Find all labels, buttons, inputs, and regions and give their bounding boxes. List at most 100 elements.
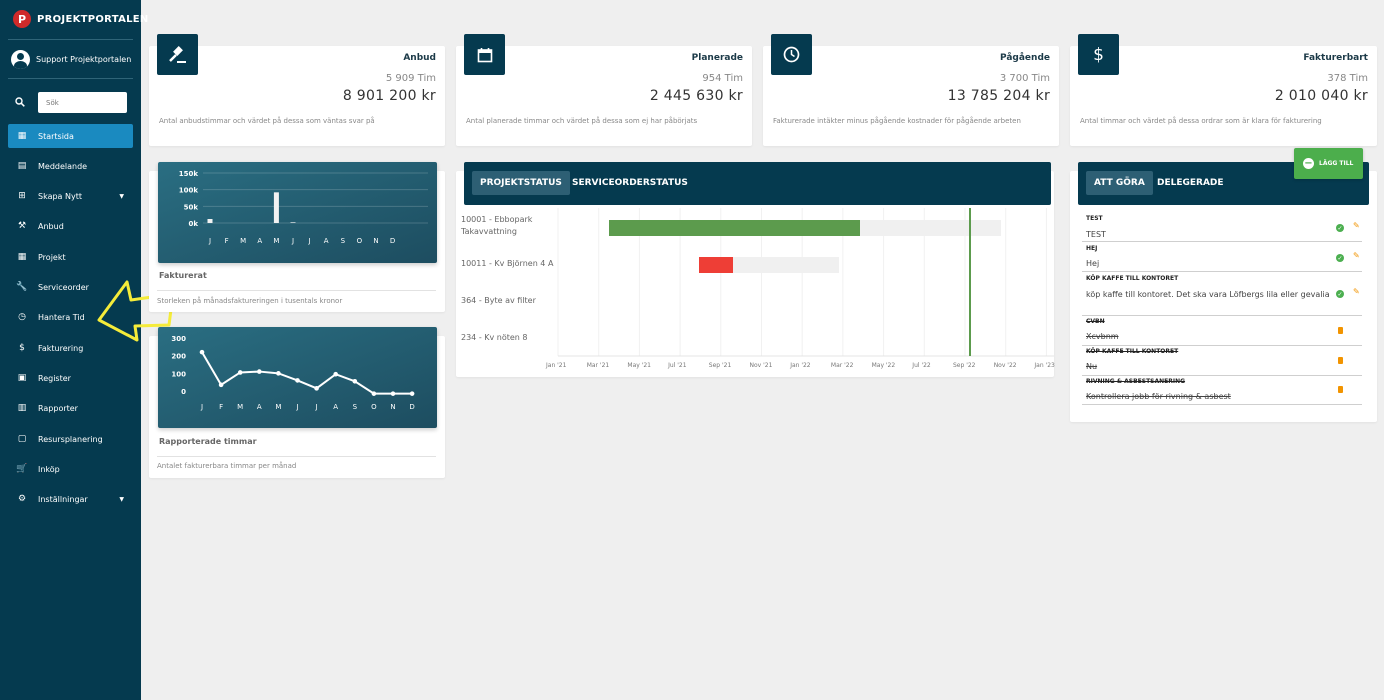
logo[interactable]: P PROJEKTPORTALEN [13, 10, 149, 28]
wrench-icon: 🔧 [16, 282, 28, 292]
x-tick-label: M [240, 237, 246, 245]
bar [273, 192, 279, 223]
tab-serviceorderstatus[interactable]: SERVICEORDERSTATUS [564, 171, 696, 195]
series-line [201, 351, 413, 395]
stat-value: 8 901 200 kr [342, 88, 436, 104]
stat-value: 13 785 204 kr [947, 88, 1050, 104]
sidebar-item-inkop[interactable]: 🛒 Inköp [8, 457, 133, 481]
check-icon[interactable]: ✓ [1336, 224, 1344, 232]
check-icon[interactable]: ✓ [1336, 254, 1344, 262]
sidebar-item-rapporter[interactable]: ▥ Rapporter [8, 396, 133, 420]
todo-item[interactable]: HEJ Hej ✓ ✎ [1082, 242, 1362, 272]
todo-title: KÖP KAFFE TILL KONTORET [1086, 275, 1179, 282]
gantt-bar-progress[interactable] [699, 257, 733, 273]
x-tick-label: A [257, 237, 262, 245]
cart-icon: 🛒 [16, 464, 28, 474]
gantt-bar-progress[interactable] [609, 220, 860, 236]
edit-icon[interactable]: ✎ [1353, 287, 1360, 296]
todo-text: köp kaffe till kontoret. Det ska vara Lö… [1086, 290, 1330, 299]
gantt-row-label[interactable]: 10001 - Ebbopark Takavvattning [461, 214, 551, 238]
sidebar-item-meddelande[interactable]: ▤ Meddelande [8, 154, 133, 178]
x-tick-label: D [409, 403, 414, 411]
edit-icon[interactable]: ✎ [1353, 251, 1360, 260]
todo-item-done[interactable]: KÖP KAFFE TILL KONTORET Nu [1082, 346, 1362, 376]
sidebar-item-startsida[interactable]: ▦ Startsida [8, 124, 133, 148]
tab-delegerade[interactable]: DELEGERADE [1149, 171, 1232, 195]
sidebar-item-label: Rapporter [38, 403, 78, 413]
stat-hours: 954 Tim [702, 73, 743, 84]
x-tick-label: F [219, 403, 223, 411]
stat-hours: 3 700 Tim [999, 73, 1050, 84]
dollar-icon: $ [1078, 34, 1119, 75]
tab-projektstatus[interactable]: PROJEKTSTATUS [472, 171, 570, 195]
month-label: Mar '21 [586, 362, 610, 369]
chart-subtitle: Storleken på månadsfaktureringen i tusen… [157, 297, 343, 305]
y-tick-label: 50k [184, 203, 199, 211]
check-icon[interactable]: ✓ [1336, 290, 1344, 298]
divider [157, 456, 436, 457]
stat-description: Antal timmar och värdet på dessa ordrar … [1080, 117, 1322, 125]
chart-caption: Rapporterade timmar [159, 437, 257, 446]
todo-text: Nu [1086, 362, 1098, 371]
sidebar-item-label: Register [38, 373, 71, 383]
rapporterade-chart: 300 200 100 0 J F M A M J J A S O N D [158, 327, 437, 428]
y-tick-label: 0 [181, 388, 186, 396]
search-input[interactable] [38, 92, 127, 113]
x-tick-label: A [333, 403, 338, 411]
stat-card-planerade[interactable]: Planerade 954 Tim 2 445 630 kr Antal pla… [456, 34, 752, 146]
gantt-row-label[interactable]: 10011 - Kv Björnen 4 A [461, 258, 553, 270]
bar [207, 219, 213, 223]
sidebar-item-label: Inställningar [38, 494, 88, 504]
sidebar-item-anbud[interactable]: ⚒ Anbud [8, 214, 133, 238]
trash-icon[interactable] [1338, 327, 1343, 334]
trash-icon[interactable] [1338, 357, 1343, 364]
x-tick-label: S [341, 237, 346, 245]
sidebar-item-label: Inköp [38, 464, 60, 474]
x-tick-label: N [373, 237, 378, 245]
gantt-row-label[interactable]: 364 - Byte av filter [461, 295, 536, 307]
data-point [314, 386, 319, 391]
gavel-icon [157, 34, 198, 75]
month-label: Jan '21 [546, 362, 567, 369]
x-tick-label: J [308, 237, 311, 245]
stat-card-pagaende[interactable]: Pågående 3 700 Tim 13 785 204 kr Fakture… [763, 34, 1059, 146]
data-point [390, 391, 396, 396]
data-point [199, 349, 205, 355]
rapporterade-panel: 300 200 100 0 J F M A M J J A S O N D Rapporterade timm… [149, 327, 445, 478]
todo-item-done[interactable]: CVBN Xcvbnm [1082, 316, 1362, 346]
stat-card-fakturerbart[interactable]: $ Fakturerbart 378 Tim 2 010 040 kr Anta… [1070, 34, 1377, 146]
x-tick-label: A [257, 403, 262, 411]
edit-icon[interactable]: ✎ [1353, 221, 1360, 230]
gantt-row-label[interactable]: 234 - Kv nöten 8 [461, 332, 528, 344]
x-tick-label: M [275, 403, 281, 411]
tab-att-gora[interactable]: ATT GÖRA [1086, 171, 1153, 195]
todo-text: Kontrollera jobb för rivning & asbest [1086, 392, 1231, 401]
todo-text: Xcvbnm [1086, 332, 1119, 341]
y-tick-label: 100k [179, 187, 199, 195]
sidebar-item-projekt[interactable]: ▦ Projekt [8, 245, 133, 269]
todo-title: TEST [1086, 215, 1103, 222]
y-tick-label: 0k [188, 220, 198, 228]
clock-icon [771, 34, 812, 75]
stat-card-anbud[interactable]: Anbud 5 909 Tim 8 901 200 kr Antal anbud… [149, 34, 445, 146]
x-tick-label: J [315, 403, 318, 411]
chart-caption: Fakturerat [159, 271, 207, 280]
sidebar-item-installningar[interactable]: ⚙ Inställningar ▼ [8, 487, 133, 511]
todo-item-done[interactable]: RIVNING & ASBESTSANERING Kontrollera job… [1082, 376, 1362, 405]
x-tick-label: S [353, 403, 358, 411]
trash-icon[interactable] [1338, 386, 1343, 393]
add-todo-button[interactable]: − LÄGG TILL [1294, 148, 1363, 179]
rapporterade-line-chart: 300 200 100 0 J F M A M J J A S O N D [171, 335, 415, 411]
todo-title: RIVNING & ASBESTSANERING [1086, 378, 1186, 385]
data-point [409, 391, 415, 396]
todo-item[interactable]: TEST TEST ✓ ✎ [1082, 210, 1362, 242]
sidebar-item-resursplanering[interactable]: ▢ Resursplanering [8, 427, 133, 451]
data-point [295, 378, 300, 383]
bar [290, 222, 296, 223]
todo-item[interactable]: KÖP KAFFE TILL KONTORET köp kaffe till k… [1082, 272, 1362, 316]
sidebar-item-skapa-nytt[interactable]: ⊞ Skapa Nytt ▼ [8, 184, 133, 208]
sidebar-item-register[interactable]: ▣ Register [8, 366, 133, 390]
chart-subtitle: Antalet fakturerbara timmar per månad [157, 462, 297, 470]
sidebar-item-label: Meddelande [38, 161, 88, 171]
user-profile[interactable]: Support Projektportalen [11, 50, 131, 69]
